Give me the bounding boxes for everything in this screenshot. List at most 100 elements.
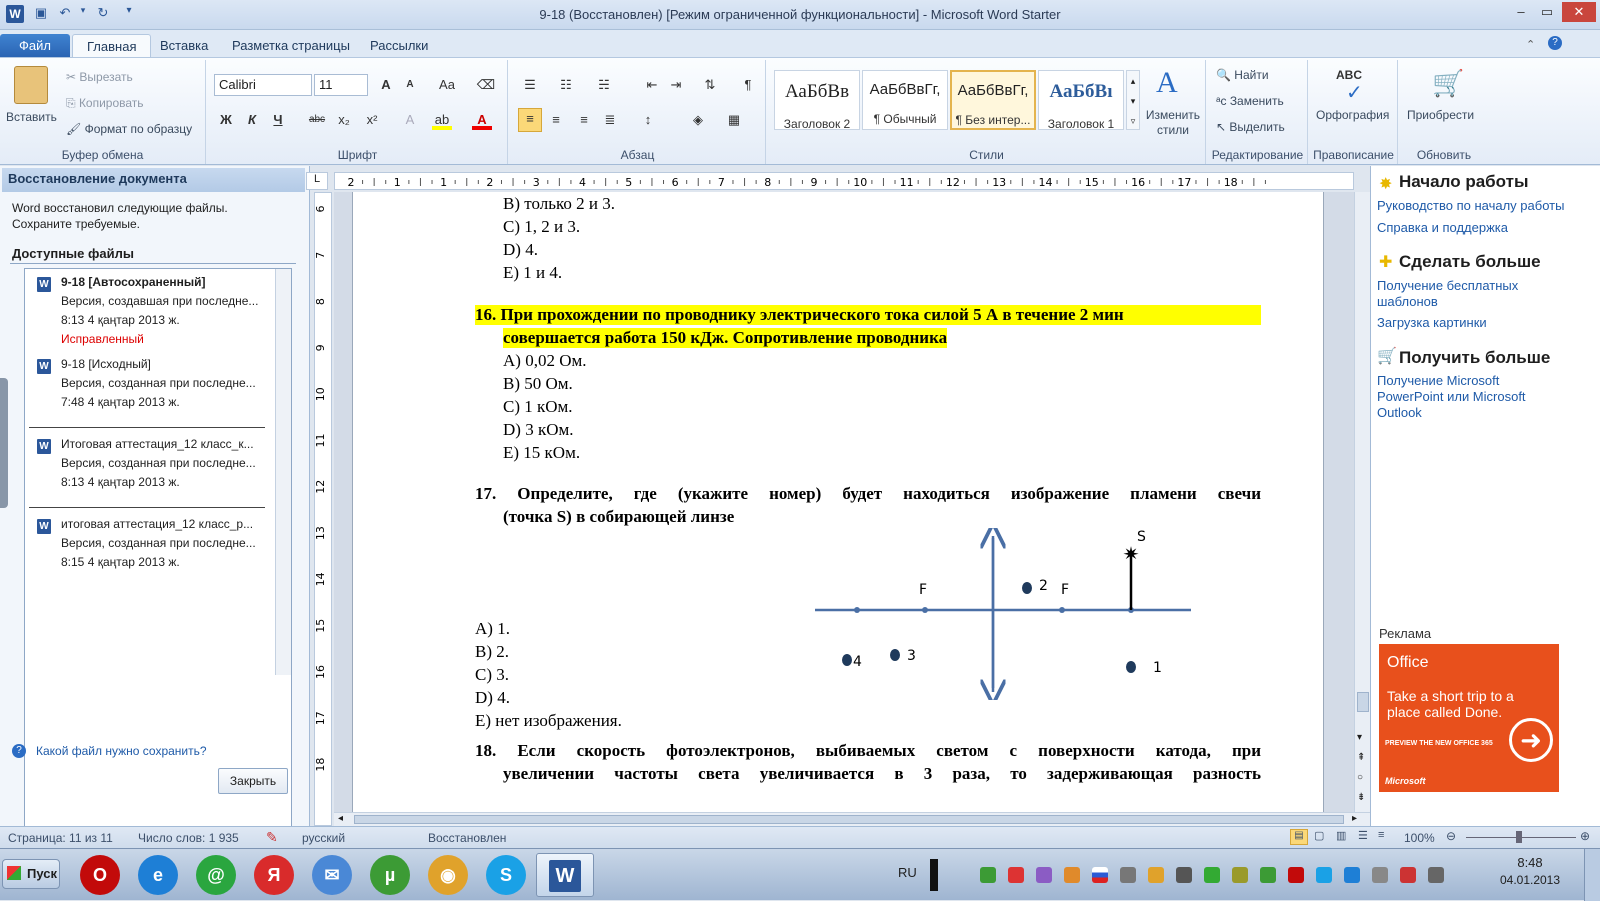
font-size-select[interactable]: 11 xyxy=(314,74,368,96)
zoom-in-icon[interactable]: ⊕ xyxy=(1580,829,1590,843)
tab-mailings[interactable]: Рассылки xyxy=(356,34,442,58)
shrink-font-icon[interactable]: A xyxy=(400,75,420,95)
scroll-down-icon[interactable]: ▾ xyxy=(1357,732,1362,743)
style-normal[interactable]: АаБбВвГг, ¶ Обычный xyxy=(862,70,948,130)
spelling-button[interactable]: Орфография xyxy=(1316,108,1389,122)
full-screen-icon[interactable]: ▢ xyxy=(1314,829,1324,842)
tray-flag-icon[interactable] xyxy=(1092,867,1108,883)
replace-button[interactable]: ᵃc Заменить xyxy=(1216,94,1284,108)
page-count[interactable]: Страница: 11 из 11 xyxy=(8,831,113,845)
which-file-help-link[interactable]: Какой файл нужно сохранить? xyxy=(36,744,207,758)
chrome-icon[interactable]: ◉ xyxy=(428,855,468,895)
guide-link[interactable]: Руководство по началу работы xyxy=(1377,198,1564,214)
copy-button[interactable]: ⎘ Копировать xyxy=(66,96,144,111)
pane-resize-handle[interactable] xyxy=(0,378,8,508)
tray-windows-icon[interactable] xyxy=(1176,867,1192,883)
font-color-icon[interactable]: A xyxy=(472,110,492,130)
skype-icon[interactable]: S xyxy=(486,855,526,895)
justify-icon[interactable]: ≣ xyxy=(600,110,620,130)
yandex-icon[interactable]: Я xyxy=(254,855,294,895)
next-page-icon[interactable]: ⇟ xyxy=(1357,792,1365,803)
shading-icon[interactable]: ◈ xyxy=(688,110,708,130)
font-family-select[interactable]: Calibri xyxy=(214,74,312,96)
language-indicator[interactable]: RU xyxy=(898,865,917,880)
decrease-indent-icon[interactable]: ⇤ xyxy=(642,75,662,95)
recovered-file-3[interactable]: W Итоговая аттестация_12 класс_к... Верс… xyxy=(33,435,273,495)
show-desktop-button[interactable] xyxy=(1584,849,1600,901)
tray-volume-icon[interactable] xyxy=(1428,867,1444,883)
powerpoint-outlook-link[interactable]: Получение Microsoft PowerPoint или Micro… xyxy=(1377,373,1537,421)
cart-icon[interactable]: 🛒 xyxy=(1432,68,1464,99)
horizontal-ruler[interactable]: 2 1 1 2 3 4 5 6 7 8 9 10 11 12 13 14 15 16 17 18 xyxy=(334,172,1354,190)
show-marks-icon[interactable]: ¶ xyxy=(738,75,758,95)
collapse-ribbon-icon[interactable]: ⌃ xyxy=(1526,38,1535,51)
tab-selector[interactable]: L xyxy=(306,172,328,190)
find-button[interactable]: 🔍 Найти xyxy=(1216,68,1269,82)
text-effects-icon[interactable]: A xyxy=(400,110,420,130)
styles-scroll[interactable]: ▴ ▾ ▿ xyxy=(1126,70,1140,130)
file-list-scrollbar[interactable] xyxy=(275,269,291,675)
bold-icon[interactable]: Ж xyxy=(216,110,236,130)
align-left-icon[interactable]: ≡ xyxy=(518,108,542,132)
zoom-out-icon[interactable]: ⊖ xyxy=(1446,829,1456,843)
tab-insert[interactable]: Вставка xyxy=(146,34,222,58)
paste-button[interactable]: Вставить xyxy=(6,110,57,124)
tray-sync-icon[interactable] xyxy=(1204,867,1220,883)
help-icon[interactable]: ? xyxy=(1548,36,1562,50)
align-right-icon[interactable]: ≡ xyxy=(574,110,594,130)
tray-opera-icon[interactable] xyxy=(1288,867,1304,883)
prev-page-icon[interactable]: ⇞ xyxy=(1357,752,1365,763)
tab-home[interactable]: Главная xyxy=(72,34,152,58)
draft-icon[interactable]: ≡ xyxy=(1378,829,1384,841)
zoom-slider-thumb[interactable] xyxy=(1516,831,1522,843)
recovered-file-4[interactable]: W итоговая аттестация_12 класс_р... Верс… xyxy=(33,515,273,575)
purchase-button[interactable]: Приобрести xyxy=(1407,108,1474,122)
subscript-icon[interactable]: x₂ xyxy=(334,110,354,130)
clipart-link[interactable]: Загрузка картинки xyxy=(1377,315,1487,331)
style-heading1[interactable]: АаБбВı Заголовок 1 xyxy=(1038,70,1124,131)
tray-utorrent-icon[interactable] xyxy=(1260,867,1276,883)
highlight-icon[interactable]: ab xyxy=(432,110,452,130)
strikethrough-icon[interactable]: abc xyxy=(304,110,330,130)
multilevel-list-icon[interactable]: ☵ xyxy=(594,75,614,95)
format-painter-button[interactable]: 🖌 Формат по образцу xyxy=(66,122,192,136)
scroll-left-icon[interactable]: ◂ xyxy=(338,813,343,824)
change-styles-icon[interactable]: A xyxy=(1156,66,1178,100)
superscript-icon[interactable]: x² xyxy=(362,110,382,130)
language-status[interactable]: русский xyxy=(302,831,345,845)
align-center-icon[interactable]: ≡ xyxy=(546,110,566,130)
help-support-link[interactable]: Справка и поддержка xyxy=(1377,220,1508,236)
tray-download-icon[interactable] xyxy=(980,867,996,883)
tray-network-icon[interactable] xyxy=(1344,867,1360,883)
tray-tool-icon[interactable] xyxy=(1232,867,1248,883)
tray-battery-icon[interactable] xyxy=(1372,867,1388,883)
bullets-icon[interactable]: ☰ xyxy=(520,75,540,95)
tray-media-icon[interactable] xyxy=(1036,867,1052,883)
templates-link[interactable]: Получение бесплатных шаблонов xyxy=(1377,278,1567,310)
zoom-level[interactable]: 100% xyxy=(1404,831,1435,845)
close-recovery-button[interactable]: Закрыть xyxy=(218,768,288,794)
scroll-thumb[interactable] xyxy=(1357,692,1369,712)
browse-object-icon[interactable]: ○ xyxy=(1357,772,1363,783)
recovered-file-2[interactable]: W 9-18 [Исходный] Версия, созданная при … xyxy=(33,355,273,415)
tab-file[interactable]: Файл xyxy=(0,34,70,58)
tray-signal-icon[interactable] xyxy=(1120,867,1136,883)
outline-icon[interactable]: ☰ xyxy=(1358,829,1368,842)
vertical-scrollbar[interactable]: ▾ ⇞ ○ ⇟ xyxy=(1354,192,1370,812)
tab-page-layout[interactable]: Разметка страницы xyxy=(218,34,364,58)
h-scroll-thumb[interactable] xyxy=(354,815,1344,824)
change-case-icon[interactable]: Aa xyxy=(434,75,460,95)
print-layout-icon[interactable]: ▤ xyxy=(1290,829,1308,845)
tray-chrome-icon[interactable] xyxy=(1064,867,1080,883)
tray-app-icon[interactable] xyxy=(1148,867,1164,883)
italic-icon[interactable]: К xyxy=(242,110,262,130)
sort-icon[interactable]: ⇅ xyxy=(700,75,720,95)
clock-date[interactable]: 04.01.2013 xyxy=(1490,873,1570,887)
tray-target-icon[interactable] xyxy=(1008,867,1024,883)
scroll-right-icon[interactable]: ▸ xyxy=(1352,813,1357,824)
proofing-status-icon[interactable]: ✎ xyxy=(266,829,278,846)
select-button[interactable]: ↖ Выделить xyxy=(1216,120,1285,134)
horizontal-scrollbar[interactable]: ◂ ▸ xyxy=(334,812,1370,826)
word-taskbar-button[interactable]: W xyxy=(536,853,594,897)
office-ad-banner[interactable]: Office Take a short trip to a place call… xyxy=(1379,644,1559,792)
